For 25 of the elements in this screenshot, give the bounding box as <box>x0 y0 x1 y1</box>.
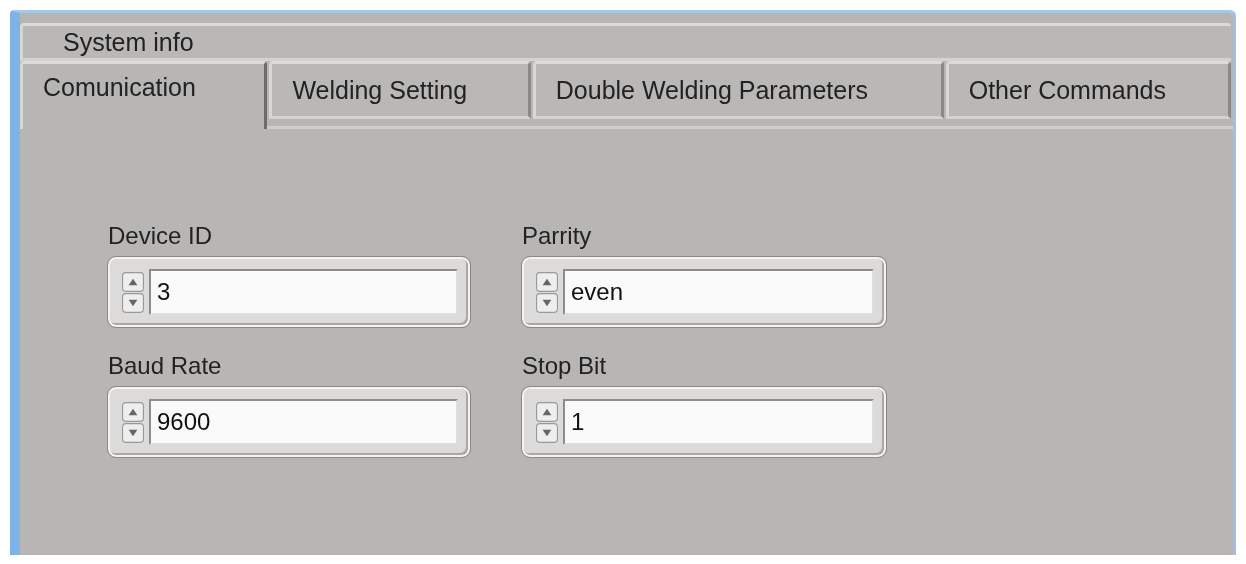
tab[interactable]: Other Commands <box>945 61 1231 119</box>
field-label: Baud Rate <box>108 351 223 381</box>
decrement-button[interactable] <box>122 422 144 443</box>
numeric-control[interactable]: 9600 <box>108 387 470 457</box>
numeric-control[interactable]: even <box>522 257 886 327</box>
tab[interactable]: Double Welding Parameters <box>532 61 944 119</box>
tab[interactable]: Comunication <box>20 61 268 129</box>
field-label: Device ID <box>108 221 214 251</box>
increment-button[interactable] <box>536 401 558 422</box>
tab[interactable]: System info <box>20 23 1231 61</box>
value-field[interactable]: 3 <box>149 269 458 315</box>
field-label: Parrity <box>522 221 593 251</box>
value-field[interactable]: 9600 <box>149 399 458 445</box>
field-label: Stop Bit <box>522 351 608 381</box>
decrement-button[interactable] <box>536 292 558 313</box>
decrement-button[interactable] <box>536 422 558 443</box>
value-field[interactable]: even <box>563 269 874 315</box>
increment-button[interactable] <box>122 271 144 292</box>
increment-button[interactable] <box>536 271 558 292</box>
numeric-control[interactable]: 1 <box>522 387 886 457</box>
decrement-button[interactable] <box>122 292 144 313</box>
increment-button[interactable] <box>122 401 144 422</box>
numeric-control[interactable]: 3 <box>108 257 470 327</box>
value-field[interactable]: 1 <box>563 399 874 445</box>
tab[interactable]: Welding Setting <box>269 61 531 119</box>
